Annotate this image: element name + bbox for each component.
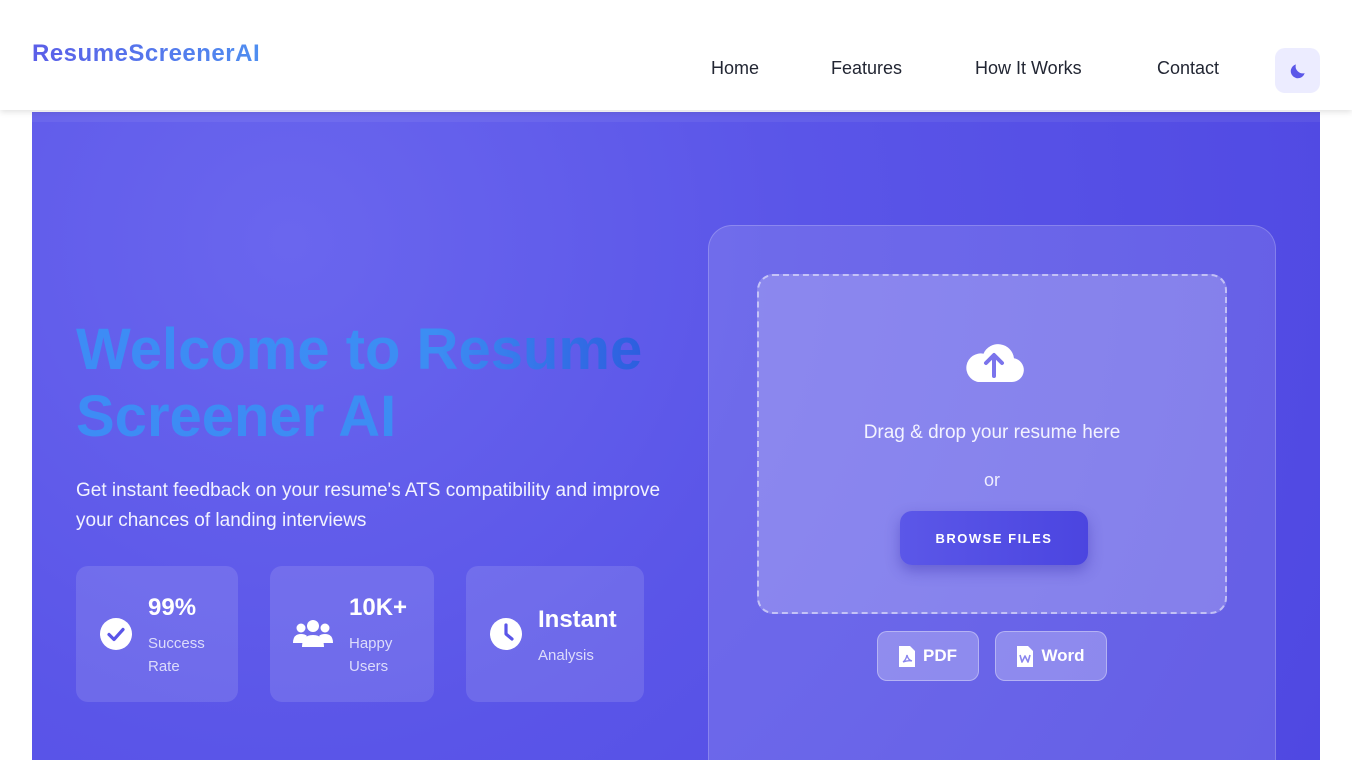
nav-link-features[interactable]: Features <box>831 58 902 79</box>
hero-section: Welcome to Resume Screener AI Get instan… <box>32 112 1320 760</box>
format-pdf-button[interactable]: PDF <box>877 631 979 681</box>
nav-link-contact[interactable]: Contact <box>1157 58 1219 79</box>
word-file-icon <box>1017 645 1034 667</box>
stat-label: Happy Users <box>349 635 393 675</box>
stat-value: 99% <box>148 594 197 621</box>
clock-icon <box>488 616 524 652</box>
cloud-upload-icon <box>966 344 1024 382</box>
or-separator: or <box>983 470 1000 490</box>
nav-link-home[interactable]: Home <box>711 58 759 79</box>
stat-label: Success Rate <box>148 635 205 675</box>
users-icon <box>292 616 334 652</box>
main-nav: Home Features How It Works Contact <box>0 58 1352 82</box>
moon-icon <box>1290 63 1305 78</box>
stat-card-success: 99% Success Rate <box>76 566 238 702</box>
stat-value: Instant <box>538 606 617 633</box>
resume-dropzone[interactable]: Drag & drop your resume here or BROWSE F… <box>757 274 1227 614</box>
stat-label: Analysis <box>538 647 594 664</box>
hero-title: Welcome to Resume Screener AI <box>76 316 676 450</box>
format-label: PDF <box>923 646 957 665</box>
theme-toggle-button[interactable] <box>1275 48 1320 93</box>
stat-card-users: 10K+ Happy Users <box>270 566 434 702</box>
top-navbar: ResumeScreenerAI Home Features How It Wo… <box>0 0 1352 110</box>
drop-instructions: Drag & drop your resume here <box>863 422 1121 443</box>
pdf-file-icon <box>899 645 915 667</box>
format-word-button[interactable]: Word <box>995 631 1107 681</box>
stat-card-analysis: Instant Analysis <box>466 566 644 702</box>
nav-link-how-it-works[interactable]: How It Works <box>975 58 1082 79</box>
upload-card: Drag & drop your resume here or BROWSE F… <box>708 225 1276 760</box>
stat-value: 10K+ <box>349 594 408 621</box>
check-circle-icon <box>98 616 134 652</box>
hero-subtitle: Get instant feedback on your resume's AT… <box>76 480 661 531</box>
browse-files-button[interactable]: BROWSE FILES <box>900 511 1088 565</box>
format-label: Word <box>1041 646 1085 665</box>
